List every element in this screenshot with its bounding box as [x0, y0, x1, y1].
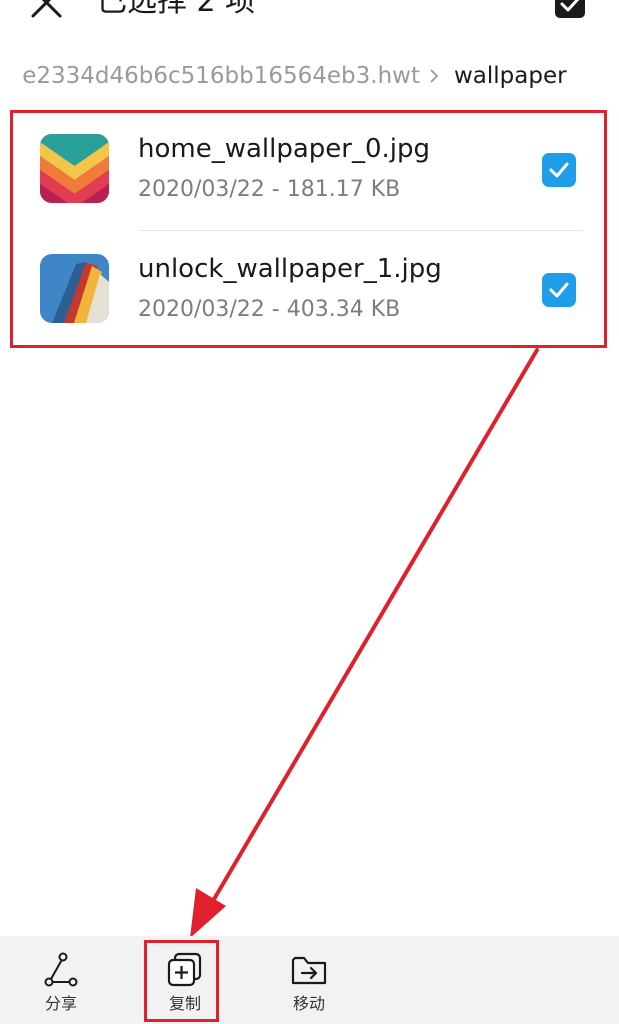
move-button[interactable]: 移动 [269, 936, 349, 1024]
row-divider [139, 230, 583, 231]
checkmark-icon [549, 282, 569, 298]
file-name: home_wallpaper_0.jpg [138, 134, 431, 164]
file-row[interactable]: home_wallpaper_0.jpg 2020/03/22 - 181.17… [13, 113, 604, 231]
close-selection-button[interactable] [30, 0, 70, 26]
file-meta: 2020/03/22 - 181.17 KB [138, 177, 401, 202]
selected-file-list: home_wallpaper_0.jpg 2020/03/22 - 181.17… [10, 110, 607, 348]
breadcrumb: e2334d46b6c516bb16564eb3.hwt wallpaper [0, 58, 619, 94]
image-thumbnail-icon [40, 254, 109, 323]
move-label: 移动 [292, 994, 325, 1013]
share-icon [44, 952, 78, 987]
copy-label: 复制 [168, 994, 201, 1013]
move-to-folder-icon [291, 956, 327, 985]
breadcrumb-current-folder[interactable]: wallpaper [454, 58, 567, 94]
bottom-action-toolbar: 分享 复制 移动 [0, 936, 619, 1024]
file-meta: 2020/03/22 - 403.34 KB [138, 297, 401, 322]
file-row[interactable]: unlock_wallpaper_1.jpg 2020/03/22 - 403.… [13, 233, 604, 350]
chevron-right-icon [430, 69, 439, 83]
file-checkbox[interactable] [542, 153, 576, 187]
close-icon [31, 0, 62, 18]
select-all-checkbox-icon [555, 0, 585, 18]
file-name: unlock_wallpaper_1.jpg [138, 254, 442, 284]
share-label: 分享 [44, 994, 77, 1013]
select-all-button[interactable] [553, 0, 587, 26]
checkmark-icon [549, 162, 569, 178]
copy-button[interactable]: 复制 [145, 936, 225, 1024]
image-thumbnail-icon [40, 134, 109, 203]
selection-count-title: 已选择 2 项 [97, 0, 256, 19]
share-button[interactable]: 分享 [21, 936, 101, 1024]
file-checkbox[interactable] [542, 273, 576, 307]
selection-header: 已选择 2 项 [0, 0, 619, 36]
breadcrumb-parent-folder[interactable]: e2334d46b6c516bb16564eb3.hwt [22, 58, 420, 94]
copy-icon [167, 952, 202, 987]
